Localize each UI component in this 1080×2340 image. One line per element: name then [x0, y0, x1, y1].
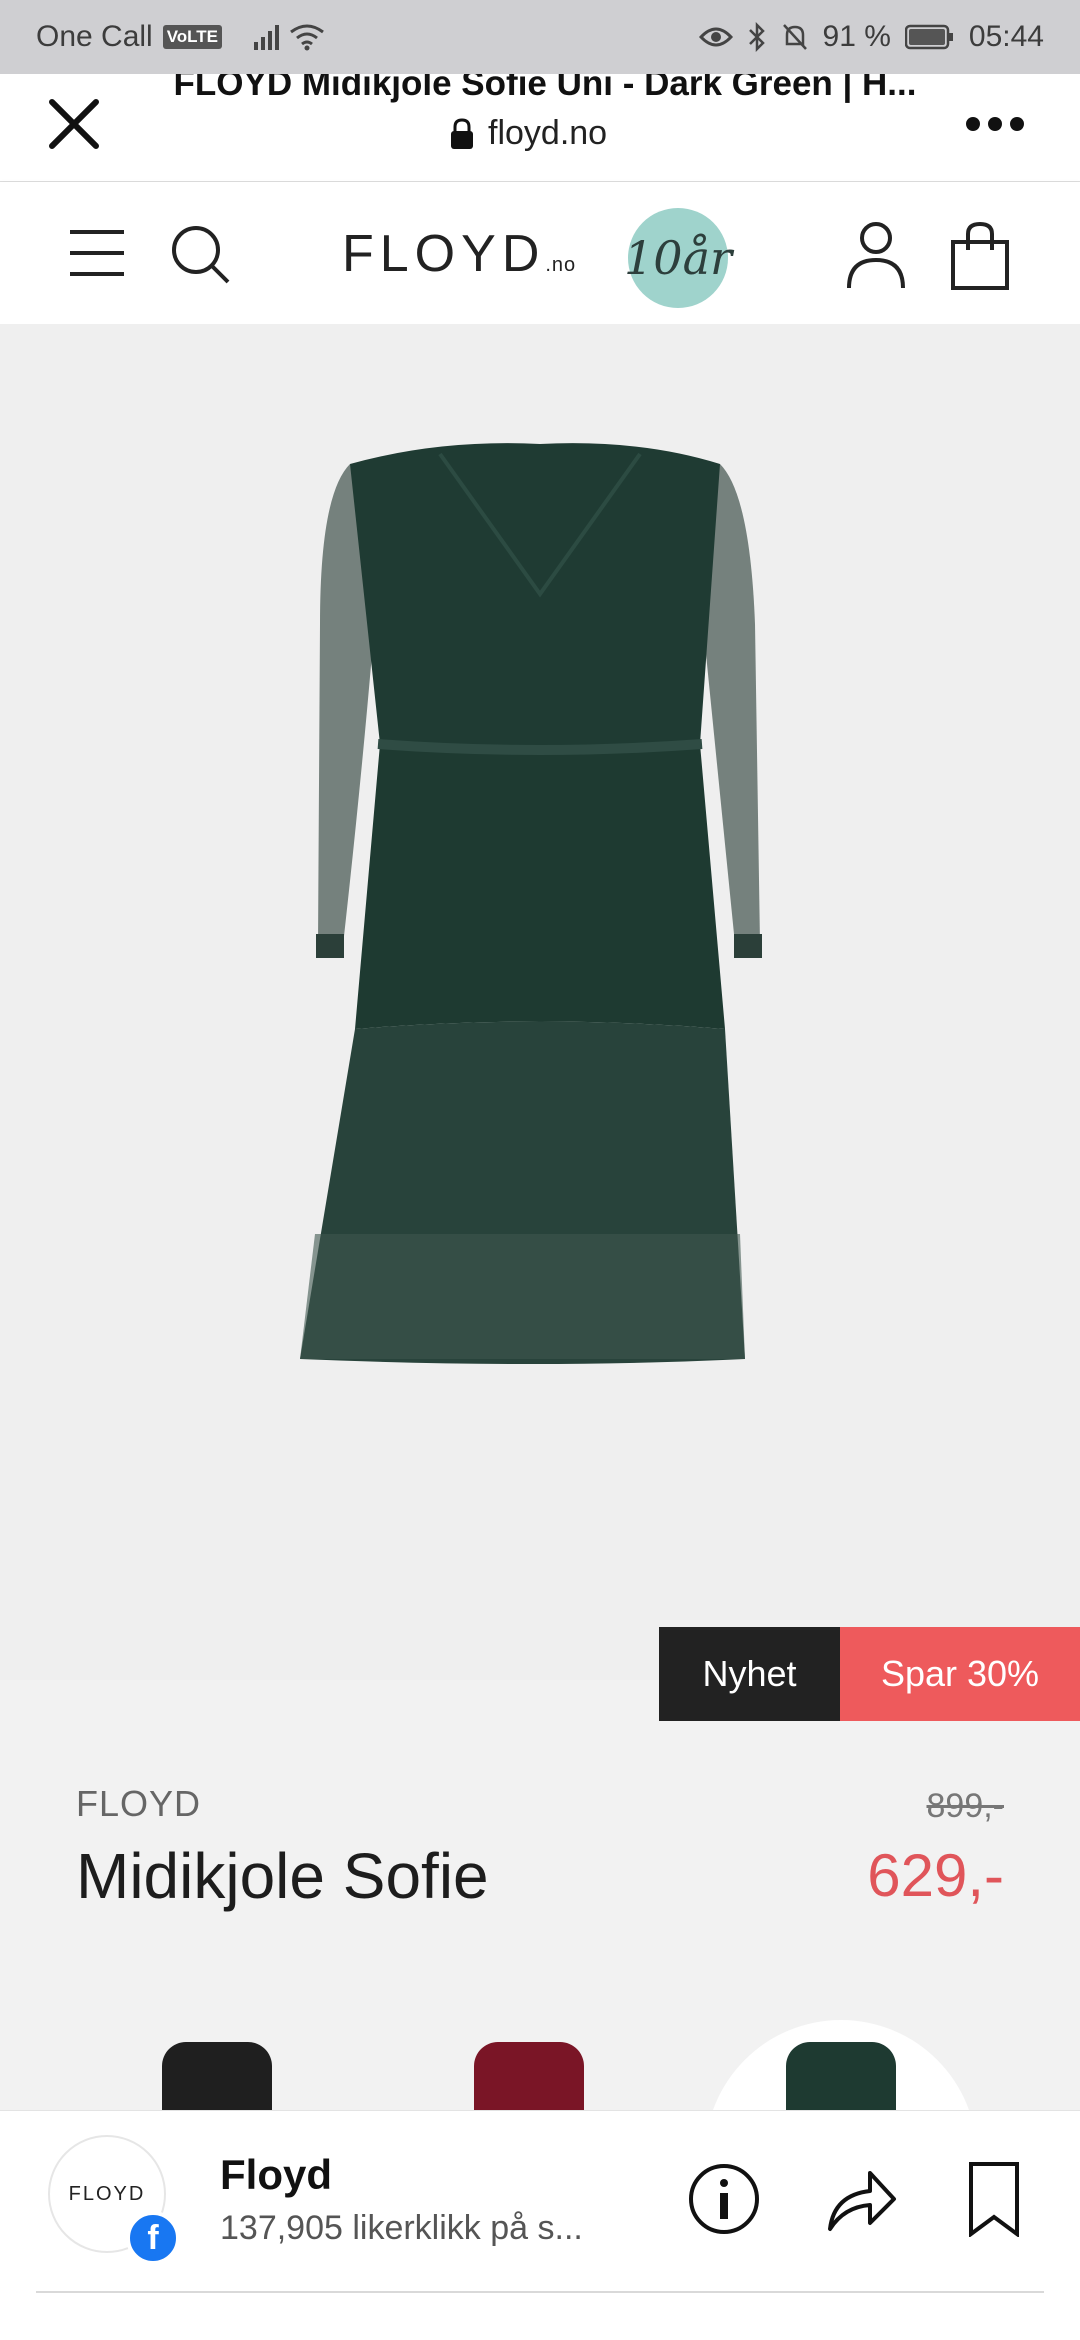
- bluetooth-icon: [748, 22, 765, 52]
- site-header: FLOYD.no 10år: [0, 182, 1080, 324]
- site-logo[interactable]: FLOYD.no: [342, 224, 576, 284]
- sale-tag: Spar 30%: [840, 1627, 1080, 1721]
- status-bar: One Call VoLTE 91 % 05:44: [0, 0, 1080, 74]
- anniversary-badge: 10år: [624, 208, 732, 308]
- signal-icon: [254, 24, 280, 50]
- info-icon[interactable]: [688, 2163, 760, 2235]
- volte-badge: VoLTE: [162, 25, 223, 49]
- carrier-label: One Call: [36, 20, 153, 53]
- clock: 05:44: [968, 20, 1044, 53]
- sale-price: 629,-: [867, 1842, 1004, 1909]
- url-text: floyd.no: [488, 114, 608, 152]
- battery-icon: [904, 24, 953, 50]
- product-brand: FLOYD: [76, 1783, 202, 1824]
- account-icon[interactable]: [846, 220, 906, 290]
- bookmark-icon[interactable]: [968, 2161, 1020, 2237]
- mute-bell-icon: [782, 24, 807, 50]
- page-name[interactable]: Floyd: [220, 2151, 332, 2199]
- product-image[interactable]: [0, 324, 1080, 1680]
- divider: [36, 2291, 1044, 2293]
- shopping-bag-icon[interactable]: [950, 222, 1010, 290]
- logo-text: FLOYD: [342, 225, 546, 283]
- color-swatches: [0, 1980, 1080, 2110]
- more-options-icon[interactable]: [966, 104, 1036, 144]
- eye-icon: [698, 27, 733, 47]
- facebook-page-bar: FLOYD f Floyd 137,905 likerklikk på s...: [0, 2110, 1080, 2340]
- swatch-dark-green[interactable]: [786, 2042, 896, 2110]
- dress-image: [300, 443, 762, 1364]
- close-icon[interactable]: [44, 94, 104, 154]
- logo-suffix: .no: [545, 254, 577, 276]
- swatch-burgundy[interactable]: [474, 2042, 584, 2110]
- product-name: Midikjole Sofie: [76, 1840, 489, 1912]
- facebook-icon: f: [126, 2211, 180, 2265]
- page-likes: 137,905 likerklikk på s...: [220, 2209, 583, 2247]
- in-app-browser-bar: FLOYD Midikjole Sofie Uni - Dark Green |…: [0, 74, 1080, 182]
- battery-percent: 91 %: [822, 20, 891, 53]
- menu-icon[interactable]: [68, 228, 126, 278]
- page-title: FLOYD Midikjole Sofie Uni - Dark Green |…: [173, 74, 917, 103]
- wifi-icon: [290, 24, 324, 51]
- swatch-black[interactable]: [162, 2042, 272, 2110]
- original-price: 899,-: [926, 1787, 1005, 1825]
- share-icon[interactable]: [826, 2165, 898, 2233]
- lock-icon: [451, 117, 473, 149]
- search-icon[interactable]: [170, 224, 232, 286]
- new-tag: Nyhet: [659, 1627, 840, 1721]
- url-display: floyd.no: [450, 114, 607, 153]
- product-tags: Nyhet Spar 30%: [659, 1627, 1080, 1721]
